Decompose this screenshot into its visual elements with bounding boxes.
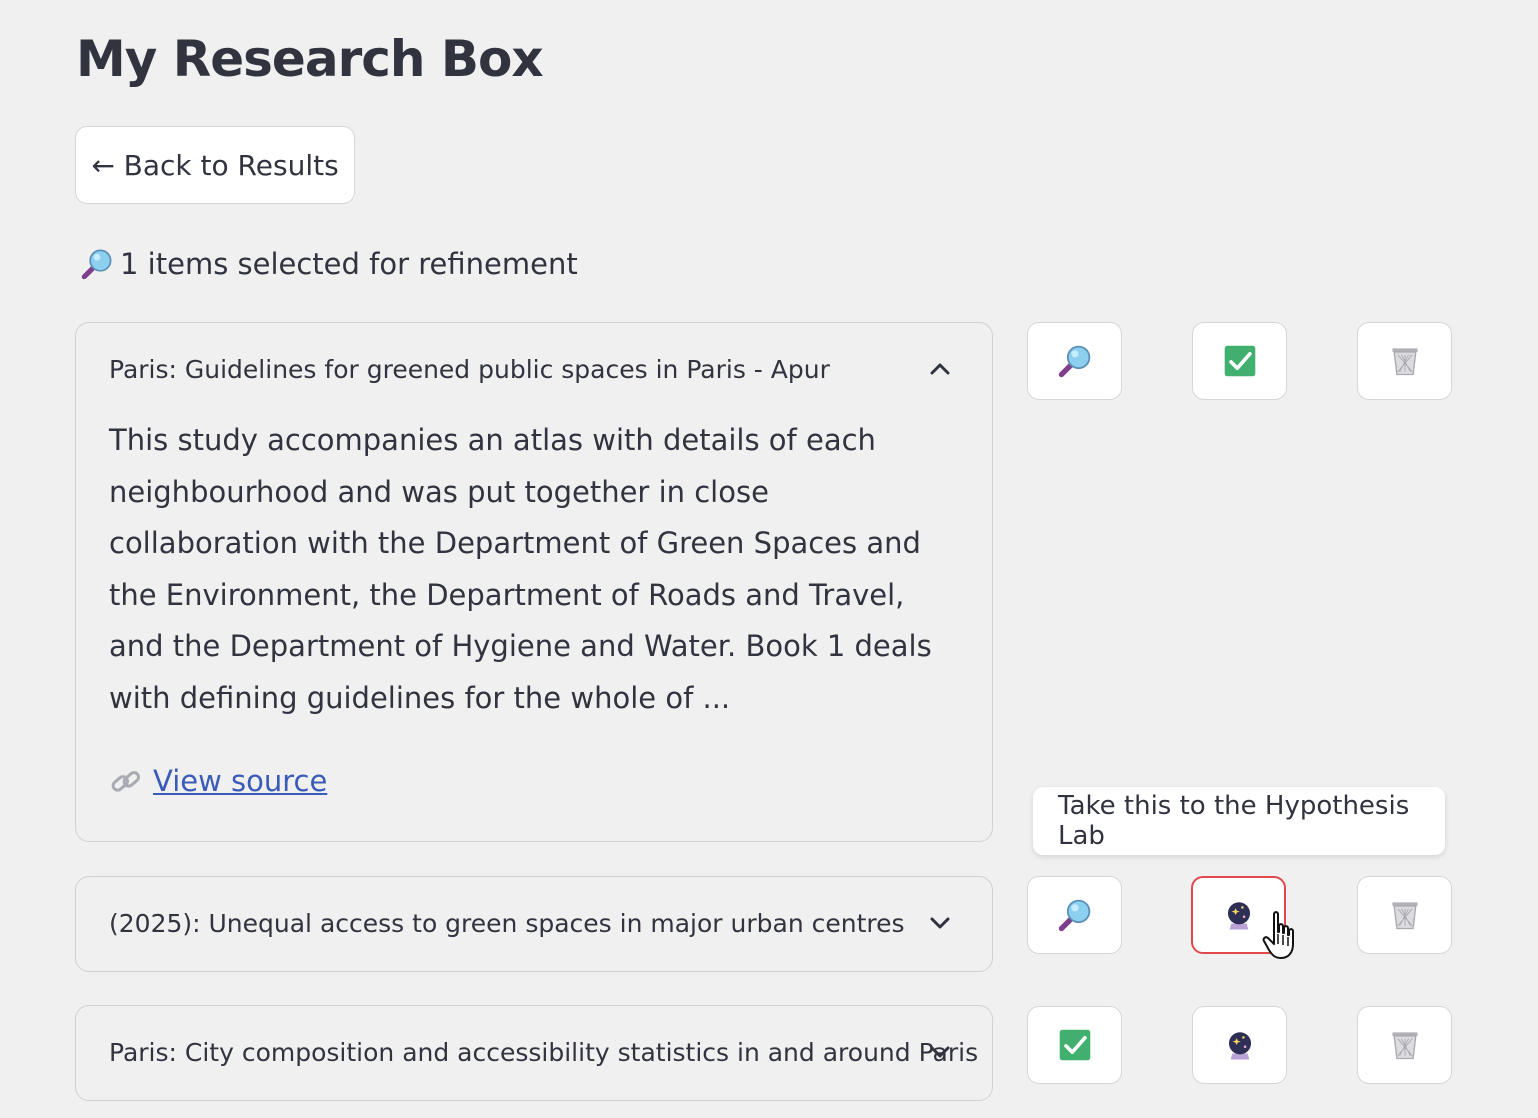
trash-can-icon	[1387, 1027, 1423, 1063]
selected-checkbox-button[interactable]	[1027, 1006, 1122, 1084]
research-item-title: Paris: Guidelines for greened public spa…	[109, 354, 830, 384]
chevron-down-icon[interactable]	[926, 909, 954, 937]
magnifier-icon	[1057, 343, 1093, 379]
trash-can-icon	[1387, 343, 1423, 379]
research-item-card: Paris: Guidelines for greened public spa…	[75, 322, 993, 842]
research-item-header[interactable]: (2025): Unequal access to green spaces i…	[76, 877, 992, 969]
research-item-header[interactable]: Paris: Guidelines for greened public spa…	[76, 323, 992, 415]
research-item-title: (2025): Unequal access to green spaces i…	[109, 908, 905, 938]
page-title: My Research Box	[76, 30, 544, 88]
crystal-ball-icon	[1223, 1028, 1257, 1062]
hand-cursor-icon	[1262, 911, 1294, 959]
chevron-down-icon[interactable]	[926, 1038, 954, 1066]
research-item-body: This study accompanies an atlas with det…	[76, 415, 992, 813]
research-item-title: Paris: City composition and accessibilit…	[109, 1037, 979, 1067]
check-box-icon	[1057, 1027, 1093, 1063]
hypothesis-lab-tooltip: Take this to the Hypothesis Lab	[1033, 787, 1445, 855]
refine-button[interactable]	[1027, 322, 1122, 400]
view-source-link[interactable]: View source	[109, 756, 327, 808]
magnifier-icon	[1057, 897, 1093, 933]
research-item-card: Paris: City composition and accessibilit…	[75, 1005, 993, 1101]
trash-can-icon	[1387, 897, 1423, 933]
research-item-header[interactable]: Paris: City composition and accessibilit…	[76, 1006, 992, 1098]
link-icon	[111, 770, 141, 792]
magnifier-icon	[80, 247, 114, 281]
selection-summary-text: 1 items selected for refinement	[120, 247, 578, 281]
back-to-results-button[interactable]: ← Back to Results	[75, 126, 355, 204]
refine-button[interactable]	[1027, 876, 1122, 954]
delete-button[interactable]	[1357, 1006, 1452, 1084]
view-source-label: View source	[153, 764, 328, 798]
check-box-icon	[1222, 343, 1258, 379]
selection-summary: 1 items selected for refinement	[80, 240, 578, 288]
delete-button[interactable]	[1357, 322, 1452, 400]
research-item-card: (2025): Unequal access to green spaces i…	[75, 876, 993, 972]
delete-button[interactable]	[1357, 876, 1452, 954]
chevron-up-icon[interactable]	[926, 355, 954, 383]
crystal-ball-icon	[1222, 898, 1256, 932]
hypothesis-lab-button[interactable]	[1192, 1006, 1287, 1084]
research-item-description: This study accompanies an atlas with det…	[109, 423, 932, 715]
research-box-page: My Research Box ← Back to Results 1 item…	[0, 0, 1538, 1118]
selected-checkbox-button[interactable]	[1192, 322, 1287, 400]
